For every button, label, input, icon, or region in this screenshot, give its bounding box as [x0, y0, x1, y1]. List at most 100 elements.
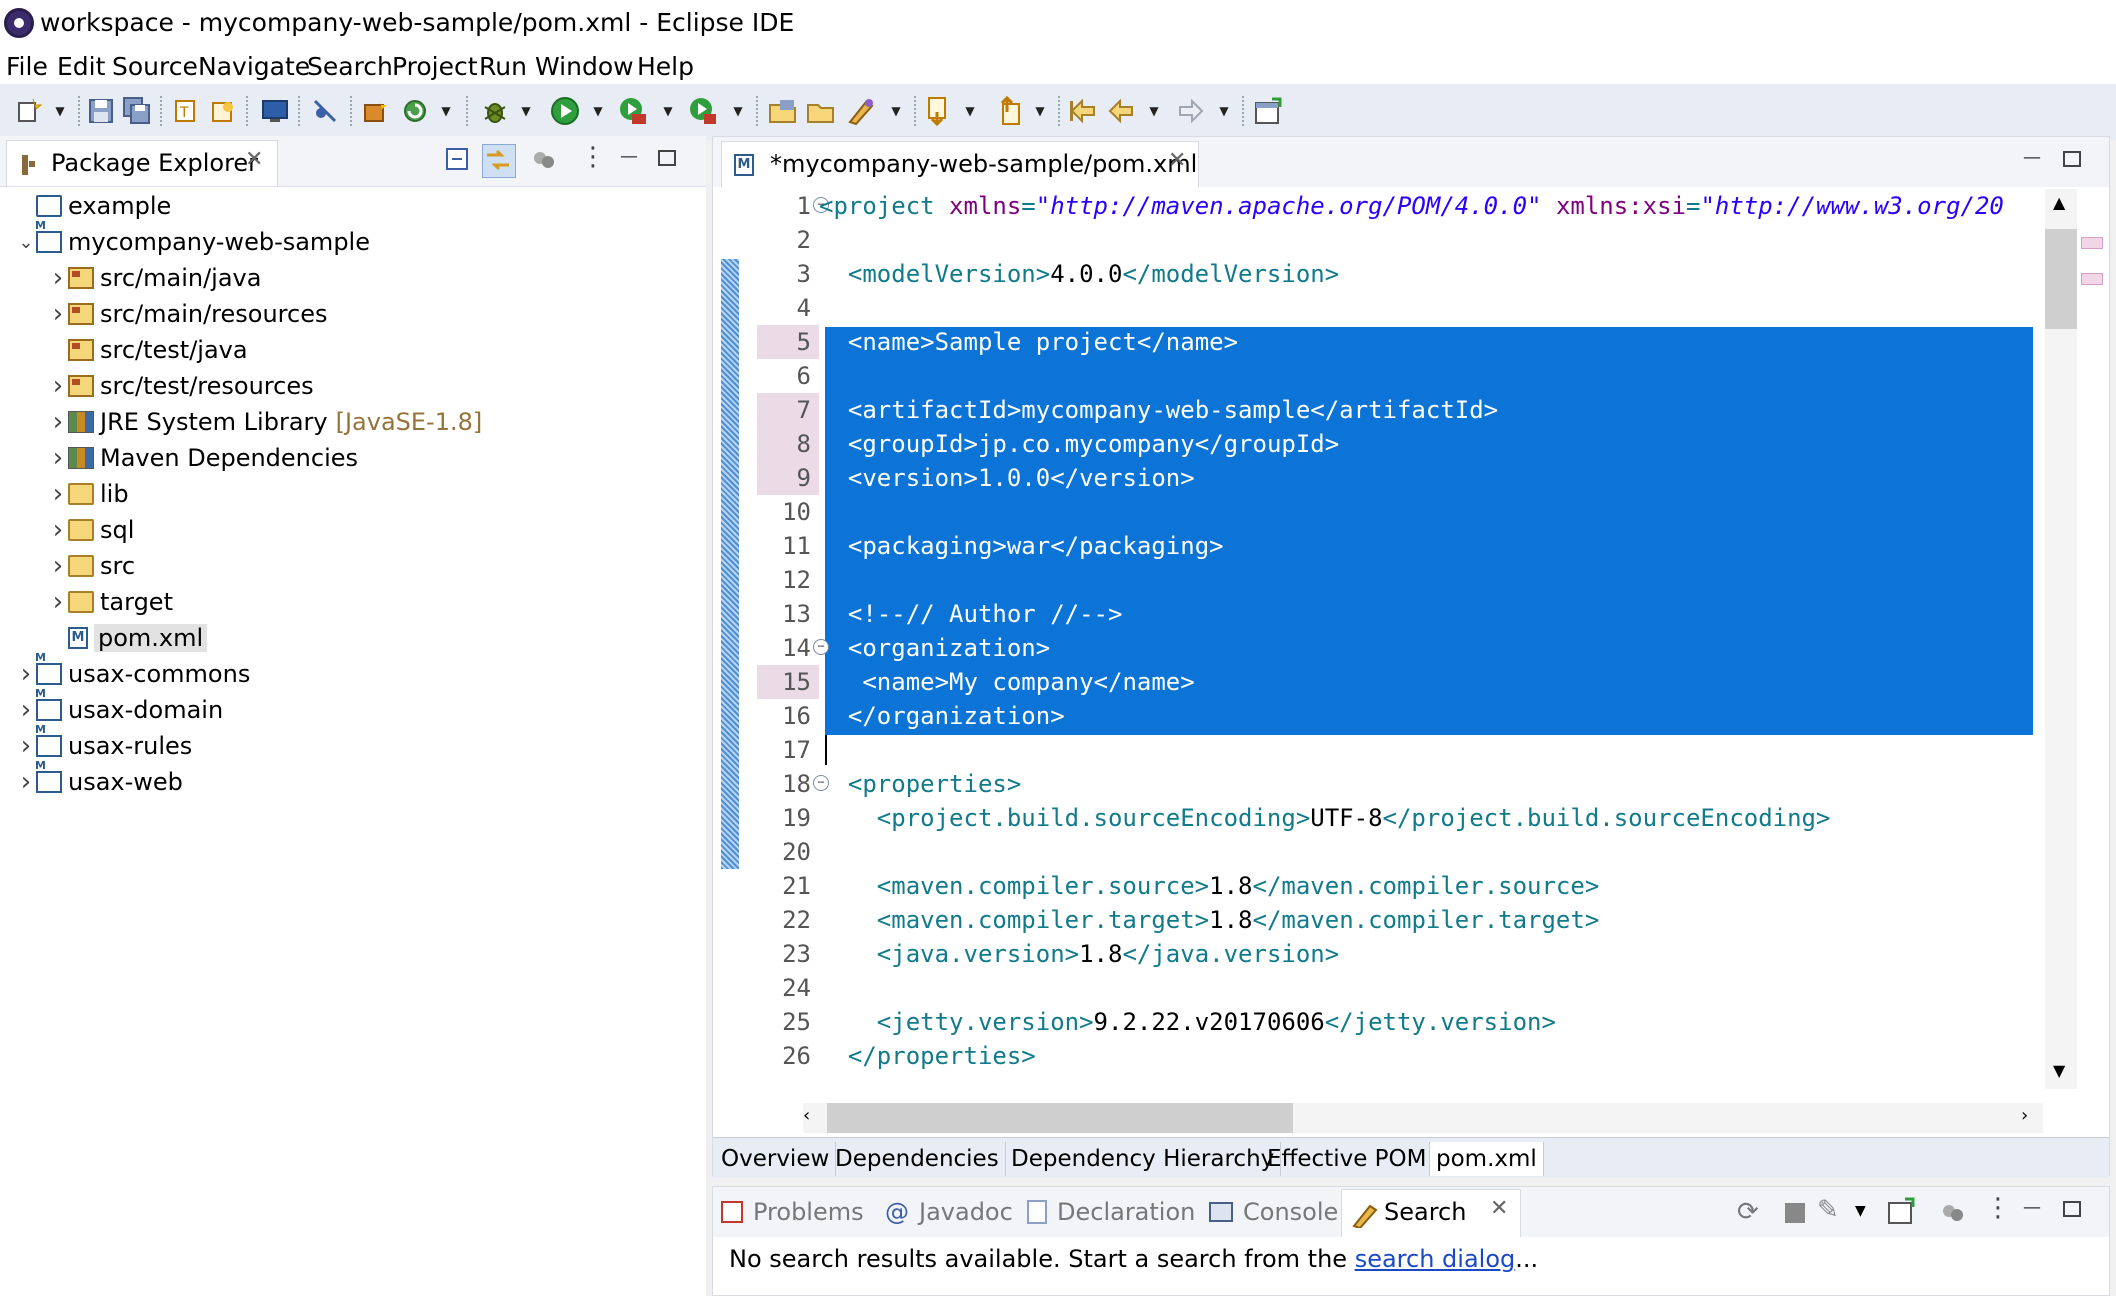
tree-item[interactable]: example: [0, 188, 706, 224]
tree-item[interactable]: src/test/java: [0, 332, 706, 368]
chevron-right-icon[interactable]: ›: [48, 479, 68, 509]
tree-item[interactable]: › target: [0, 584, 706, 620]
close-icon[interactable]: ✕: [1490, 1196, 1508, 1221]
scroll-left-icon[interactable]: ‹: [803, 1105, 810, 1126]
external-tools-icon[interactable]: [686, 94, 720, 128]
source-view[interactable]: 1− <project xmlns="http://maven.apache.or…: [733, 189, 2033, 1079]
scroll-down-icon[interactable]: ▼: [2053, 1061, 2065, 1080]
chevron-right-icon[interactable]: ›: [48, 443, 68, 473]
tree-item[interactable]: › JRE System Library [JavaSE-1.8]: [0, 404, 706, 440]
close-icon[interactable]: ✕: [1168, 148, 1186, 173]
tab-dependency-hierarchy[interactable]: Dependency Hierarchy: [1005, 1142, 1282, 1176]
view-menu-icon[interactable]: ⋮: [580, 142, 606, 172]
chevron-right-icon[interactable]: ›: [48, 299, 68, 329]
tab-effective-pom[interactable]: Effective POM: [1261, 1142, 1434, 1176]
tree-item[interactable]: › src: [0, 548, 706, 584]
maximize-icon[interactable]: [658, 150, 676, 166]
scroll-right-icon[interactable]: ›: [2021, 1105, 2028, 1126]
tree-item[interactable]: › src/test/resources: [0, 368, 706, 404]
new-icon[interactable]: [12, 94, 46, 128]
external-tools-dropdown-icon[interactable]: ▼: [728, 94, 748, 128]
task-dropdown-icon[interactable]: ▼: [886, 94, 906, 128]
view-menu-icon[interactable]: ⋮: [1985, 1193, 2011, 1223]
next-annotation-dropdown-icon[interactable]: ▼: [960, 94, 980, 128]
link-with-editor-icon[interactable]: [482, 144, 516, 178]
menu-file[interactable]: File: [6, 52, 48, 81]
chevron-right-icon[interactable]: ›: [16, 695, 36, 725]
menu-navigate[interactable]: Navigate: [198, 52, 310, 81]
tree-item[interactable]: › sql: [0, 512, 706, 548]
overview-marker[interactable]: [2081, 237, 2103, 249]
chevron-right-icon[interactable]: ›: [48, 263, 68, 293]
tab-pom-xml[interactable]: pom.xml: [1429, 1142, 1544, 1176]
terminal-icon[interactable]: [258, 94, 292, 128]
open-type-icon[interactable]: T: [168, 94, 202, 128]
cancel-search-icon[interactable]: [1785, 1203, 1805, 1223]
debug-icon[interactable]: [478, 94, 512, 128]
run-dropdown-icon[interactable]: ▼: [588, 94, 608, 128]
forward-icon[interactable]: [1174, 94, 1208, 128]
tab-declaration[interactable]: Declaration: [1027, 1195, 1195, 1229]
tree-item[interactable]: Mpom.xml: [0, 620, 706, 656]
menu-search[interactable]: Search: [307, 52, 393, 81]
tree-item[interactable]: › src/main/resources: [0, 296, 706, 332]
task-icon[interactable]: [844, 94, 878, 128]
tree-item[interactable]: › usax-rules: [0, 723, 706, 764]
minimize-icon[interactable]: —: [2021, 1199, 2043, 1217]
save-icon[interactable]: [84, 94, 118, 128]
tab-pom-xml-editor[interactable]: M *mycompany-web-sample/pom.xml ✕: [721, 141, 1199, 187]
tab-javadoc[interactable]: @ Javadoc: [885, 1195, 1013, 1229]
search-history-icon[interactable]: ✎: [1817, 1195, 1839, 1225]
last-edit-icon[interactable]: [1066, 94, 1100, 128]
open-project-icon[interactable]: [804, 94, 838, 128]
chevron-right-icon[interactable]: ›: [48, 515, 68, 545]
refresh-icon[interactable]: [398, 94, 432, 128]
chevron-right-icon[interactable]: ›: [16, 767, 36, 797]
menu-run[interactable]: Run: [479, 52, 527, 81]
chevron-right-icon[interactable]: ›: [16, 659, 36, 689]
tab-console[interactable]: Console: [1209, 1195, 1338, 1229]
tab-problems[interactable]: Problems: [721, 1195, 864, 1229]
scroll-thumb[interactable]: [2045, 229, 2077, 329]
filters-icon[interactable]: [1939, 1199, 1967, 1233]
tree-item[interactable]: › usax-web: [0, 759, 706, 800]
back-dropdown-icon[interactable]: ▼: [1144, 94, 1164, 128]
collapse-all-icon[interactable]: [444, 146, 474, 176]
chevron-down-icon[interactable]: ⌄: [16, 232, 36, 253]
coverage-icon[interactable]: [616, 94, 650, 128]
forward-dropdown-icon[interactable]: ▼: [1214, 94, 1234, 128]
chevron-right-icon[interactable]: ›: [48, 551, 68, 581]
tree-item[interactable]: › usax-commons: [0, 651, 706, 692]
vertical-scrollbar[interactable]: ▲ ▼: [2045, 189, 2077, 1089]
menu-help[interactable]: Help: [637, 52, 694, 81]
maximize-icon[interactable]: [2063, 1201, 2081, 1217]
chevron-right-icon[interactable]: ›: [48, 587, 68, 617]
history-dropdown-icon[interactable]: ▼: [1855, 1203, 1866, 1219]
tab-dependencies[interactable]: Dependencies: [829, 1142, 1006, 1176]
debug-dropdown-icon[interactable]: ▼: [516, 94, 536, 128]
open-resource-icon[interactable]: [206, 94, 240, 128]
chevron-right-icon[interactable]: ›: [48, 371, 68, 401]
scroll-up-icon[interactable]: ▲: [2053, 193, 2065, 212]
minimize-icon[interactable]: —: [2021, 149, 2043, 167]
save-all-icon[interactable]: [120, 94, 154, 128]
previous-annotation-dropdown-icon[interactable]: ▼: [1030, 94, 1050, 128]
tab-overview[interactable]: Overview: [715, 1142, 837, 1176]
next-annotation-icon[interactable]: [922, 94, 956, 128]
chevron-right-icon[interactable]: ›: [48, 407, 68, 437]
skip-breakpoints-icon[interactable]: [308, 94, 342, 128]
perspective-icon[interactable]: [1252, 94, 1286, 128]
filters-icon[interactable]: [530, 146, 560, 176]
chevron-right-icon[interactable]: ›: [16, 731, 36, 761]
tree-item[interactable]: › Maven Dependencies: [0, 440, 706, 476]
tab-search[interactable]: Search ✕: [1341, 1189, 1521, 1237]
run-icon[interactable]: [548, 94, 582, 128]
pin-view-icon[interactable]: [1887, 1197, 1917, 1231]
horizontal-scrollbar[interactable]: ‹ ›: [803, 1103, 2043, 1133]
overview-marker[interactable]: [2081, 273, 2103, 285]
menu-project[interactable]: Project: [392, 52, 478, 81]
open-folder-icon[interactable]: [766, 94, 800, 128]
previous-annotation-icon[interactable]: [992, 94, 1026, 128]
maximize-icon[interactable]: [2063, 151, 2081, 167]
tree-item[interactable]: ⌄ mycompany-web-sample: [0, 219, 706, 260]
